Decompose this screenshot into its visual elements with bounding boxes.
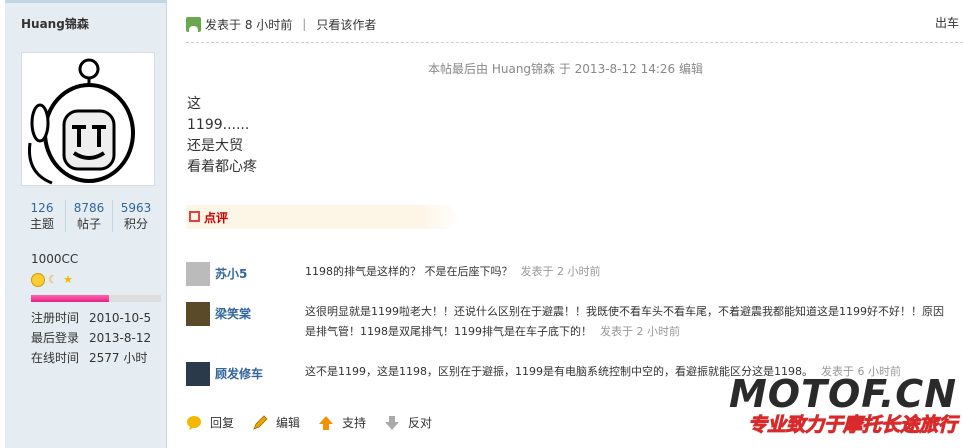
info-value: 2010-10-5 <box>89 311 152 325</box>
info-key: 最后登录 <box>31 331 80 345</box>
avatar-image <box>27 58 135 185</box>
content-line: 这 <box>187 96 201 112</box>
avatar[interactable] <box>186 362 210 386</box>
header-right-link[interactable]: 出车 <box>935 14 959 31</box>
post-time: 发表于 8 小时前 <box>205 17 293 32</box>
comment-author[interactable]: 梁笑棠 <box>215 302 305 342</box>
moon-icon: ☾ <box>48 273 58 286</box>
credit-progress-bar <box>31 295 161 302</box>
comment-time: 发表于 2 小时前 <box>600 325 680 338</box>
author-sidebar: Huang锦森 126 主题 8786 帖子 5963 积分 1000CC ☾ … <box>5 0 167 448</box>
action-label: 支持 <box>342 416 367 430</box>
stat-topics[interactable]: 126 主题 <box>19 200 66 232</box>
comment-item: 苏小5 1198的排气是这样的？ 不是在后座下吗？ 发表于 2 小时前 <box>186 262 963 286</box>
support-icon <box>319 415 334 430</box>
comment-square-icon <box>189 211 200 222</box>
comment-author[interactable]: 苏小5 <box>215 262 305 286</box>
author-info: 注册时间 2010-10-5 最后登录 2013-8-12 在线时间 2577 … <box>31 308 151 368</box>
avatar[interactable] <box>186 302 210 326</box>
stat-label: 主题 <box>29 217 54 231</box>
post-header: 发表于 8 小时前 | 只看该作者 出车 <box>186 14 963 34</box>
progress-fill <box>31 295 109 302</box>
stat-label: 帖子 <box>76 217 101 231</box>
user-group[interactable]: 1000CC <box>31 252 78 266</box>
rank-badges: ☾ ★ <box>31 273 75 287</box>
header-divider <box>186 42 963 43</box>
comment-item: 梁笑棠 这很明显就是1199啦老大！！还说什么区别在于避震！！我既使不看车头不看… <box>186 302 963 342</box>
stat-number[interactable]: 126 <box>19 200 65 216</box>
comment-body: 1198的排气是这样的？ 不是在后座下吗？ <box>305 265 513 278</box>
comment-time: 发表于 2 小时前 <box>520 265 601 278</box>
watermark-logo: MOTOF.CN 专业致力于摩托长途旅行 <box>728 372 958 437</box>
stat-label: 积分 <box>123 217 148 231</box>
oppose-icon <box>385 415 400 430</box>
sidebar-top-line <box>5 0 166 3</box>
stat-number[interactable]: 5963 <box>113 200 159 216</box>
comment-author[interactable]: 顾发修车 <box>215 362 305 386</box>
post-content: 这 1199...... 还是大贸 看着都心疼 <box>187 94 257 178</box>
separator: | <box>302 17 307 31</box>
edit-button[interactable]: 编辑 <box>252 414 300 431</box>
comment-text: 1198的排气是这样的？ 不是在后座下吗？ 发表于 2 小时前 <box>305 262 963 286</box>
star-icon: ★ <box>63 273 73 286</box>
info-key: 在线时间 <box>31 351 80 365</box>
avatar[interactable] <box>186 262 210 286</box>
avatar[interactable] <box>21 52 155 186</box>
edit-note: 本帖最后由 Huang锦森 于 2013-8-12 14:26 编辑 <box>428 62 703 76</box>
stat-posts[interactable]: 8786 帖子 <box>66 200 113 232</box>
content-line: 还是大贸 <box>187 138 243 154</box>
author-stats: 126 主题 8786 帖子 5963 积分 <box>19 200 159 232</box>
info-value: 2013-8-12 <box>89 331 152 345</box>
online-icon <box>186 16 201 32</box>
watermark-slogan: 专业致力于摩托长途旅行 <box>747 414 957 437</box>
info-row: 注册时间 2010-10-5 <box>31 308 151 328</box>
content-line: 1199...... <box>187 117 250 133</box>
action-label: 回复 <box>210 416 235 430</box>
stat-credits[interactable]: 5963 积分 <box>113 200 159 232</box>
edit-icon <box>253 414 268 430</box>
stat-number[interactable]: 8786 <box>66 200 112 216</box>
watermark-title: MOTOF.CN <box>728 372 957 416</box>
author-name[interactable]: Huang锦森 <box>21 15 89 32</box>
reply-icon <box>187 415 201 430</box>
info-row: 在线时间 2577 小时 <box>31 348 151 368</box>
comment-text: 这很明显就是1199啦老大！！还说什么区别在于避震！！我既使不看车头不看车尾，不… <box>305 302 963 342</box>
reply-button[interactable]: 回复 <box>186 414 234 431</box>
post-actions: 回复 编辑 支持 反对 <box>186 414 450 431</box>
info-key: 注册时间 <box>31 311 80 325</box>
content-line: 看着都心疼 <box>187 159 257 175</box>
comments-header: 点评 <box>186 205 462 229</box>
oppose-button[interactable]: 反对 <box>384 414 432 431</box>
only-author-link[interactable]: 只看该作者 <box>316 16 376 33</box>
info-value: 2577 小时 <box>89 351 148 365</box>
action-label: 反对 <box>408 416 433 430</box>
post-main: 发表于 8 小时前 | 只看该作者 出车 本帖最后由 Huang锦森 于 201… <box>168 0 963 448</box>
info-row: 最后登录 2013-8-12 <box>31 328 151 348</box>
action-label: 编辑 <box>276 416 301 430</box>
support-button[interactable]: 支持 <box>318 414 366 431</box>
comments-title: 点评 <box>204 211 229 225</box>
sun-icon <box>31 273 45 287</box>
